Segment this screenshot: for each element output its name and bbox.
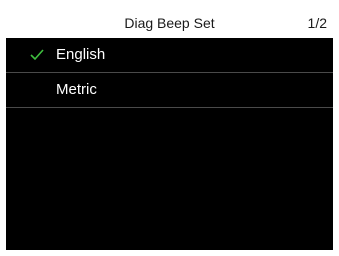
title-bar: Diag Beep Set 1/2 (6, 6, 333, 38)
menu-list: English Metric (6, 38, 333, 108)
menu-item-label: English (56, 46, 106, 63)
page-indicator: 1/2 (307, 15, 327, 31)
menu-item-metric[interactable]: Metric (6, 72, 333, 108)
menu-item-english[interactable]: English (6, 38, 333, 72)
checkmark-icon (30, 49, 44, 61)
page-title: Diag Beep Set (124, 15, 215, 31)
menu-item-label: Metric (56, 81, 97, 98)
device-screen: Diag Beep Set 1/2 English Metric (6, 6, 333, 250)
